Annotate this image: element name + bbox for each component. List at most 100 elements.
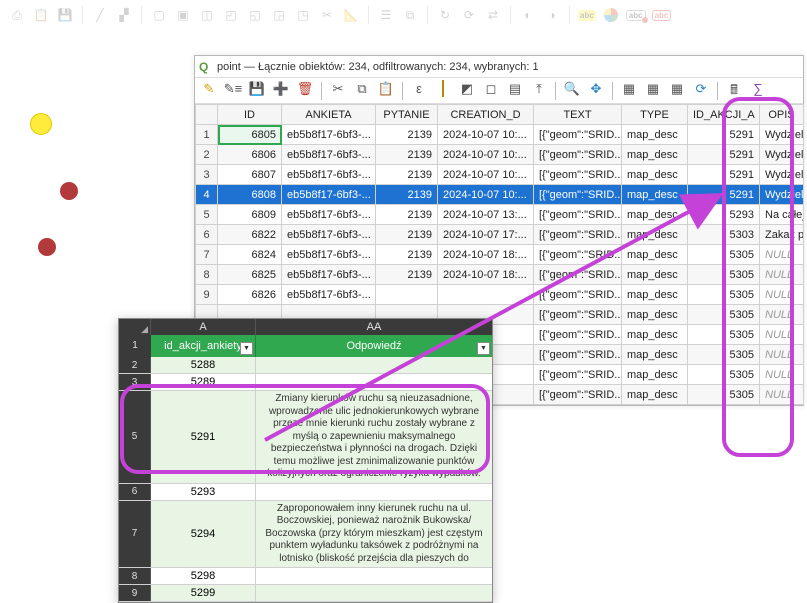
table-cell[interactable]: NULL (760, 265, 804, 285)
spreadsheet-row[interactable]: 85298 (119, 568, 492, 585)
col-id[interactable]: ID (218, 105, 282, 125)
save-icon[interactable]: 💾 (56, 6, 74, 24)
spreadsheet-row[interactable]: 65293 (119, 484, 492, 501)
table-cell[interactable]: NULL (760, 285, 804, 305)
table-cell[interactable]: map_desc (622, 285, 688, 305)
tool-icon[interactable]: ⧉ (401, 6, 419, 24)
row-number[interactable]: 3 (119, 374, 151, 390)
table-cell[interactable]: Wydzielone n (760, 145, 804, 165)
table-cell[interactable]: 5291 (688, 185, 760, 205)
table-cell[interactable]: 5305 (688, 305, 760, 325)
chart-icon[interactable]: ▞ (115, 6, 133, 24)
zoom-selected-icon[interactable]: 🔍 (562, 81, 582, 101)
table-cell[interactable]: [{"geom":"SRID... (534, 385, 622, 405)
table-cell[interactable]: eb5b8f17-6bf3-... (282, 205, 376, 225)
cell[interactable] (256, 357, 492, 373)
table-cell[interactable]: 6809 (218, 205, 282, 225)
table-cell[interactable]: eb5b8f17-6bf3-... (282, 285, 376, 305)
table-cell[interactable]: 2024-10-07 10:... (438, 185, 534, 205)
map-point-red[interactable] (38, 238, 56, 256)
table-cell[interactable]: 2139 (376, 185, 438, 205)
invert-selection-icon[interactable]: ◩ (457, 81, 477, 101)
table-cell[interactable]: 2139 (376, 225, 438, 245)
cell[interactable]: 5293 (151, 484, 256, 500)
col-opis[interactable]: OPIS (760, 105, 804, 125)
table-cell[interactable]: Wydzielone n (760, 165, 804, 185)
table-cell[interactable]: 5305 (688, 325, 760, 345)
table-cell[interactable]: eb5b8f17-6bf3-... (282, 265, 376, 285)
tool-icon[interactable]: ▢ (150, 6, 168, 24)
save-edits-icon[interactable]: 💾 (247, 81, 267, 101)
table-cell[interactable] (376, 285, 438, 305)
table-cell[interactable]: 6822 (218, 225, 282, 245)
header-id-akcji[interactable]: id_akcji_ankiety ▼ (151, 335, 256, 357)
cell[interactable]: 5291 (151, 391, 256, 483)
table-cell[interactable]: 6826 (218, 285, 282, 305)
table-cell[interactable]: Na całej dług (760, 205, 804, 225)
table-cell[interactable]: [{"geom":"SRID... (534, 305, 622, 325)
table-cell[interactable]: 9 (196, 285, 218, 305)
table-cell[interactable]: 5305 (688, 345, 760, 365)
table-cell[interactable]: 5305 (688, 285, 760, 305)
table-row[interactable]: 46808eb5b8f17-6bf3-...21392024-10-07 10:… (196, 185, 804, 205)
table-cell[interactable]: 2139 (376, 165, 438, 185)
spreadsheet-row[interactable]: 25288 (119, 357, 492, 374)
table-row[interactable]: 56809eb5b8f17-6bf3-...21392024-10-07 13:… (196, 205, 804, 225)
table-cell[interactable]: [{"geom":"SRID... (534, 345, 622, 365)
col-letter-a[interactable]: A (151, 319, 256, 335)
table-cell[interactable]: eb5b8f17-6bf3-... (282, 125, 376, 145)
table-cell[interactable]: 8 (196, 265, 218, 285)
tool-icon[interactable]: ◱ (246, 6, 264, 24)
table-cell[interactable]: 2024-10-07 10:... (438, 125, 534, 145)
table-cell[interactable]: 2 (196, 145, 218, 165)
table-row[interactable]: 66822eb5b8f17-6bf3-...21392024-10-07 17:… (196, 225, 804, 245)
table-cell[interactable]: [{"geom":"SRID... (534, 245, 622, 265)
table-cell[interactable]: [{"geom":"SRID... (534, 145, 622, 165)
table-cell[interactable]: 2024-10-07 17:... (438, 225, 534, 245)
table-row[interactable]: 16805eb5b8f17-6bf3-...21392024-10-07 10:… (196, 125, 804, 145)
cell[interactable] (256, 374, 492, 390)
col-letter-aa[interactable]: AA (256, 319, 492, 335)
table-cell[interactable]: [{"geom":"SRID... (534, 165, 622, 185)
label-abc-outline-icon[interactable]: abc (652, 10, 672, 21)
filter-icon[interactable]: ∑ (748, 81, 768, 101)
table-cell[interactable]: 2024-10-07 13:... (438, 205, 534, 225)
table-cell[interactable]: eb5b8f17-6bf3-... (282, 145, 376, 165)
row-number[interactable]: 9 (119, 585, 151, 601)
label-abc-red-icon[interactable]: abc (626, 10, 646, 21)
toggle-editing-icon[interactable]: ✎ (199, 81, 219, 101)
table-cell[interactable]: eb5b8f17-6bf3-... (282, 165, 376, 185)
table-cell[interactable]: 2139 (376, 265, 438, 285)
table-cell[interactable]: 5291 (688, 125, 760, 145)
table-cell[interactable]: NULL (760, 325, 804, 345)
multi-edit-icon[interactable]: ✎≡ (223, 81, 243, 101)
col-type[interactable]: TYPE (622, 105, 688, 125)
copy-icon[interactable]: ⧉ (352, 81, 372, 101)
conditional-format-icon[interactable]: ▦ (667, 81, 687, 101)
table-cell[interactable]: NULL (760, 345, 804, 365)
table-cell[interactable]: 2024-10-07 10:... (438, 145, 534, 165)
cell[interactable] (256, 484, 492, 500)
table-cell[interactable]: 5293 (688, 205, 760, 225)
table-cell[interactable]: eb5b8f17-6bf3-... (282, 225, 376, 245)
cell[interactable]: Zaproponowałem inny kierunek ruchu na ul… (256, 501, 492, 568)
table-cell[interactable]: 5303 (688, 225, 760, 245)
table-cell[interactable]: Wydzielone n (760, 185, 804, 205)
table-cell[interactable]: [{"geom":"SRID... (534, 225, 622, 245)
table-cell[interactable]: 5291 (688, 145, 760, 165)
table-row[interactable]: 76824eb5b8f17-6bf3-...21392024-10-07 18:… (196, 245, 804, 265)
cut-icon[interactable]: ✂ (328, 81, 348, 101)
print-icon[interactable]: ⎙ (8, 6, 26, 24)
table-cell[interactable]: map_desc (622, 205, 688, 225)
spreadsheet-row[interactable]: 55291Zmiany kierunków ruchu są nieuzasad… (119, 391, 492, 484)
table-cell[interactable]: [{"geom":"SRID... (534, 285, 622, 305)
table-cell[interactable]: [{"geom":"SRID... (534, 125, 622, 145)
select-all-corner[interactable] (119, 319, 151, 335)
select-all-icon[interactable] (433, 81, 453, 101)
table-cell[interactable]: NULL (760, 365, 804, 385)
table-cell[interactable]: 2024-10-07 18:... (438, 245, 534, 265)
table-cell[interactable]: 2139 (376, 125, 438, 145)
table-cell[interactable]: map_desc (622, 165, 688, 185)
table-cell[interactable]: 5305 (688, 365, 760, 385)
table-cell[interactable]: 6824 (218, 245, 282, 265)
